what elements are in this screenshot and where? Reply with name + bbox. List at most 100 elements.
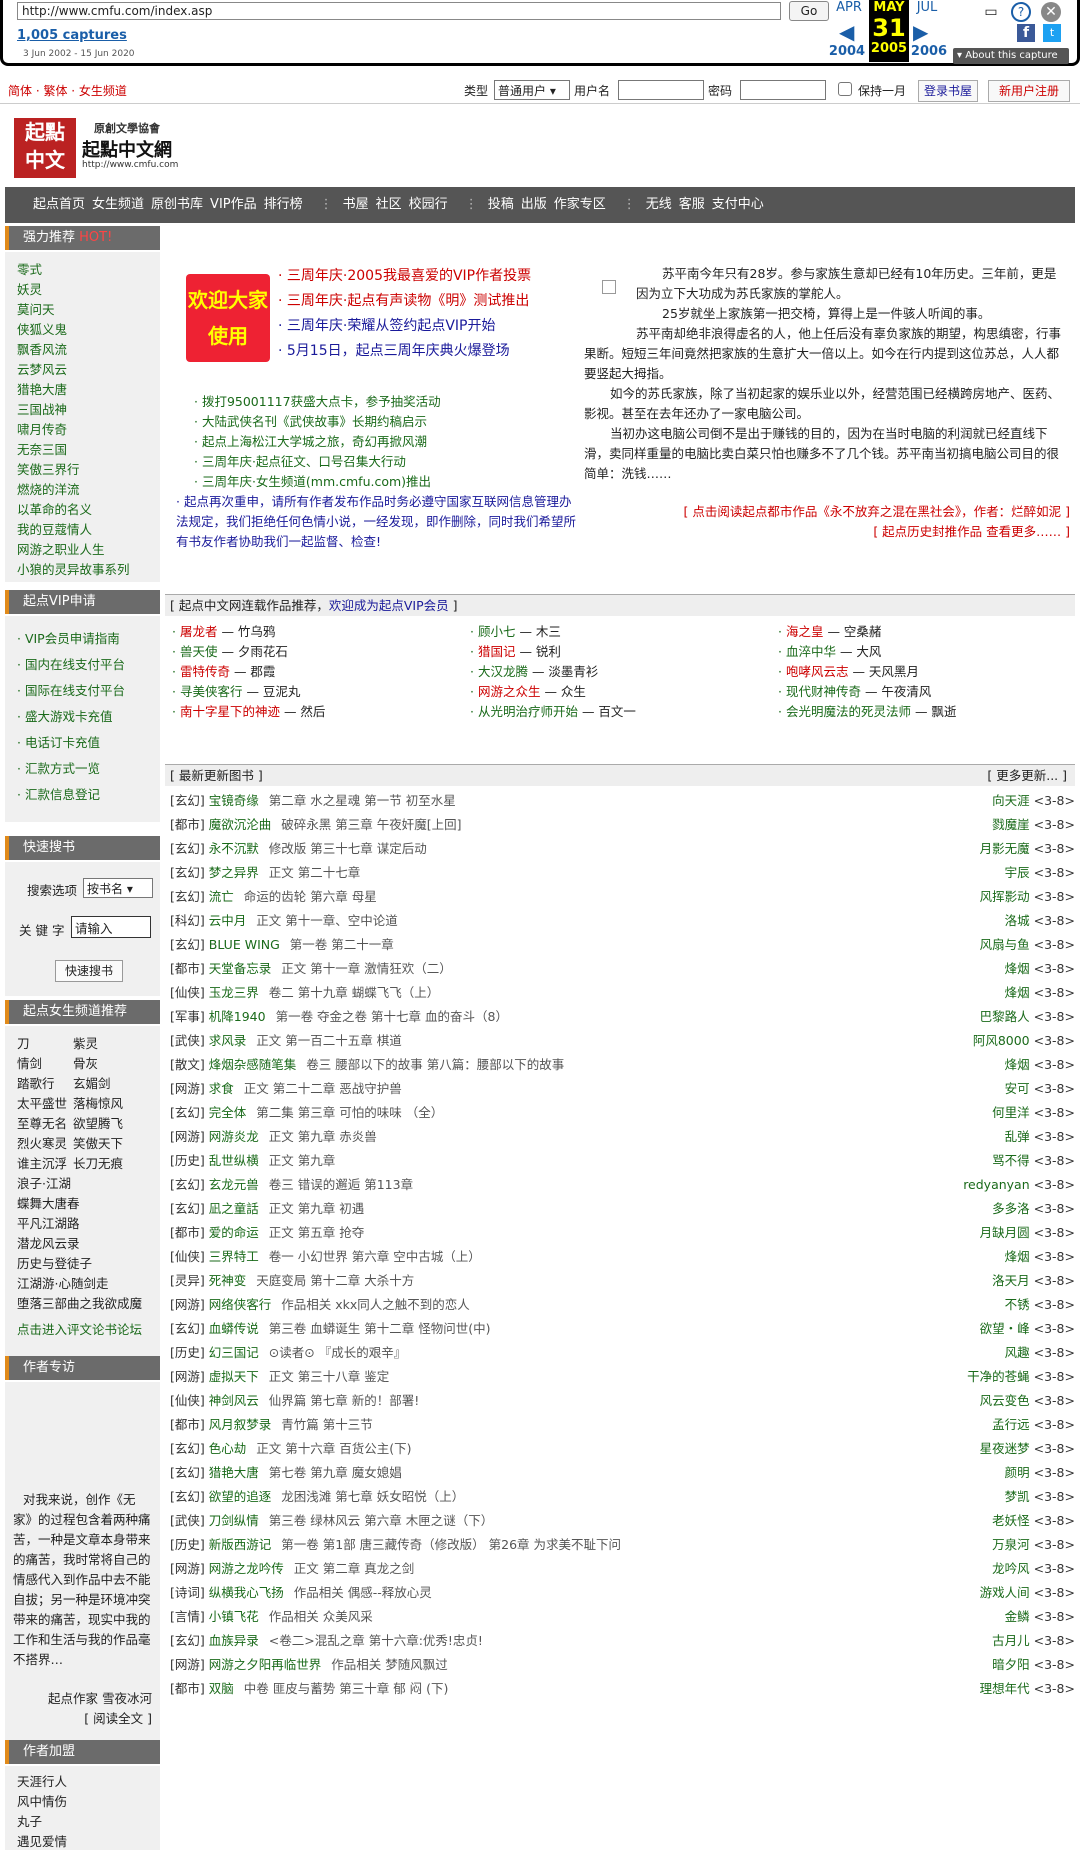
update-title[interactable]: 求食 [209,1081,234,1096]
update-chapter[interactable]: 正文 第十六章 百货公主(下) [256,1441,411,1456]
vip-join-link[interactable]: 欢迎成为起点VIP会员 [329,598,449,613]
update-author[interactable]: 乱弹 <3-8> [1005,1126,1075,1148]
update-title[interactable]: 凪之童話 [209,1201,259,1216]
vip-work-title[interactable]: 咆哮风云志 [786,664,849,679]
quick-search-button[interactable]: 快速搜书 [55,960,123,982]
list-item[interactable]: 以革命的名义 [5,500,160,520]
wayback-prev-arrow-icon[interactable]: ◀ [839,20,854,44]
list-item[interactable]: 骨灰 [73,1056,98,1071]
promo-link[interactable]: · 三周年庆·起点有声读物《明》测试推出 [278,289,531,314]
update-chapter[interactable]: 卷二 第十九章 蝴蝶飞飞（上） [269,985,439,1000]
wayback-url-input[interactable]: http://www.cmfu.com/index.asp [17,2,781,20]
update-chapter[interactable]: 作品相关 众美风采 [269,1609,373,1624]
update-author[interactable]: 星夜迷梦 <3-8> [980,1438,1075,1460]
vip-work-title[interactable]: 顾小七 [478,624,516,639]
update-title[interactable]: 爱的命运 [209,1225,259,1240]
list-item[interactable]: 情剑 [17,1054,73,1074]
language-links[interactable]: 简体 · 繁体 · 女生频道 [8,82,127,99]
news-link[interactable]: · 三周年庆·起点征文、口号召集大行动 [194,452,441,472]
vip-work-title[interactable]: 猎国记 [478,644,516,659]
wayback-month-next[interactable]: JUL [907,0,947,15]
update-author[interactable]: 洛天月 <3-8> [992,1270,1075,1292]
promo-link[interactable]: · 5月15日，起点三周年庆典火爆登场 [278,339,531,364]
list-item[interactable]: 三国战神 [5,400,160,420]
list-item[interactable]: 莫问天 [5,300,160,320]
list-item[interactable]: 太平盛世 [17,1094,73,1114]
nav-payment[interactable]: 支付中心 [712,197,764,212]
list-item[interactable]: 笑傲三界行 [5,460,160,480]
nav-submit[interactable]: 投稿 [488,197,514,212]
update-chapter[interactable]: 天庭变局 第十二章 大杀十方 [256,1273,414,1288]
list-item[interactable]: · 国际在线支付平台 [5,678,160,704]
update-chapter[interactable]: 龙困浅滩 第七章 妖女昭悦（上） [281,1489,464,1504]
update-author[interactable]: 戮魔崖 <3-8> [992,814,1075,836]
password-input[interactable] [740,80,826,100]
nav-girl[interactable]: 女生频道 [92,197,144,212]
nav-publish[interactable]: 出版 [521,197,547,212]
update-chapter[interactable]: 正文 第二十二章 恶战守护兽 [244,1081,402,1096]
nav-rank[interactable]: 排行榜 [264,197,303,212]
update-title[interactable]: 神剑风云 [209,1393,259,1408]
update-title[interactable]: 死神变 [209,1273,247,1288]
updates-more-link[interactable]: [ 更多更新... ] [987,765,1067,787]
vip-work-title[interactable]: 网游之众生 [478,684,541,699]
update-title[interactable]: 永不沉默 [209,841,259,856]
update-chapter[interactable]: 正文 第五章 抢夺 [269,1225,364,1240]
update-title[interactable]: 网游之龙吟传 [209,1561,284,1576]
list-item[interactable]: 长刀无痕 [73,1156,123,1171]
update-chapter[interactable]: 作品相关 xkx同人之触不到的恋人 [281,1297,470,1312]
wayback-next-arrow-icon[interactable]: ▶ [913,20,928,44]
update-author[interactable]: 风扇与鱼 <3-8> [980,934,1075,956]
update-author[interactable]: 月影无魔 <3-8> [980,838,1075,860]
list-item[interactable]: 历史与登徒子 [5,1254,160,1274]
list-item[interactable]: 欲望腾飞 [73,1116,123,1131]
update-chapter[interactable]: 正文 第十一章 激情狂欢（二） [281,961,451,976]
list-item[interactable]: 天涯行人 [5,1772,160,1792]
update-author[interactable]: 烽烟 <3-8> [1005,1054,1075,1076]
update-title[interactable]: 血蟒传说 [209,1321,259,1336]
list-item[interactable]: · 盛大游戏卡充值 [5,704,160,730]
forum-link[interactable]: 点击进入评文论书论坛 [5,1320,160,1340]
update-title[interactable]: 网络侠客行 [209,1297,272,1312]
list-item[interactable]: 侠狐义鬼 [5,320,160,340]
news-link[interactable]: · 起点上海松江大学城之旅，奇幻再掀风潮 [194,432,441,452]
story-read-link[interactable]: [ 点击阅读起点都市作品《永不放弃之混在黑社会》，作者：烂醉如泥 ] [684,502,1070,522]
list-item[interactable]: 蝶舞大唐春 [5,1194,160,1214]
list-item[interactable]: 堕落三部曲之我欲成魔 [5,1294,160,1314]
read-more-link[interactable]: [ 阅读全文 ] [84,1708,152,1727]
nav-community[interactable]: 社区 [376,197,402,212]
promo-link[interactable]: · 三周年庆·2005我最喜爱的VIP作者投票 [278,264,531,289]
update-author[interactable]: 巴黎路人 <3-8> [980,1006,1075,1028]
vip-work-title[interactable]: 会光明魔法的死灵法师 [786,704,911,719]
update-author[interactable]: 风趣 <3-8> [1005,1342,1075,1364]
wayback-year-next[interactable]: 2006 [909,44,949,59]
update-chapter[interactable]: 正文 第一百二十五章 棋道 [256,1033,401,1048]
wayback-year-prev[interactable]: 2004 [827,44,867,59]
update-chapter[interactable]: 卷三 错误的邂逅 第113章 [269,1177,413,1192]
update-title[interactable]: 风月叙梦录 [209,1417,272,1432]
update-author[interactable]: 烽烟 <3-8> [1005,1246,1075,1268]
update-title[interactable]: 双脑 [209,1681,234,1696]
list-item[interactable]: 无奈三国 [5,440,160,460]
update-chapter[interactable]: 卷一 小幻世界 第六章 空中古城（上） [269,1249,481,1264]
update-title[interactable]: 机降1940 [209,1009,266,1024]
nav-wireless[interactable]: 无线 [646,197,672,212]
update-author[interactable]: 骂不得 <3-8> [992,1150,1075,1172]
update-chapter[interactable]: 第一卷 第二十一章 [290,937,394,952]
list-item[interactable]: 潜龙风云录 [5,1234,160,1254]
update-title[interactable]: 幻三国记 [209,1345,259,1360]
list-item[interactable]: 玄媚剑 [73,1076,111,1091]
site-logo[interactable]: 起點 中文 原創文學協會 起點中文網 http://www.cmfu.com [14,118,184,178]
update-title[interactable]: 完全体 [209,1105,247,1120]
update-chapter[interactable]: 第三卷 血蟒诞生 第十二章 怪物问世(中) [269,1321,491,1336]
nav-vip[interactable]: VIP作品 [210,197,257,212]
list-item[interactable]: 烈火寒灵 [17,1134,73,1154]
keyword-input[interactable]: 请输入 [71,916,151,938]
update-chapter[interactable]: 作品相关 偶感--释放心灵 [294,1585,432,1600]
calendar-icon[interactable]: ▭ [981,2,1001,22]
update-chapter[interactable]: 青竹篇 第十三节 [281,1417,372,1432]
update-author[interactable]: 古月儿 <3-8> [992,1630,1075,1652]
update-author[interactable]: 风云变色 <3-8> [980,1390,1075,1412]
user-type-select[interactable]: 普通用户 ▾ [494,80,570,100]
facebook-icon[interactable]: f [1017,24,1035,42]
